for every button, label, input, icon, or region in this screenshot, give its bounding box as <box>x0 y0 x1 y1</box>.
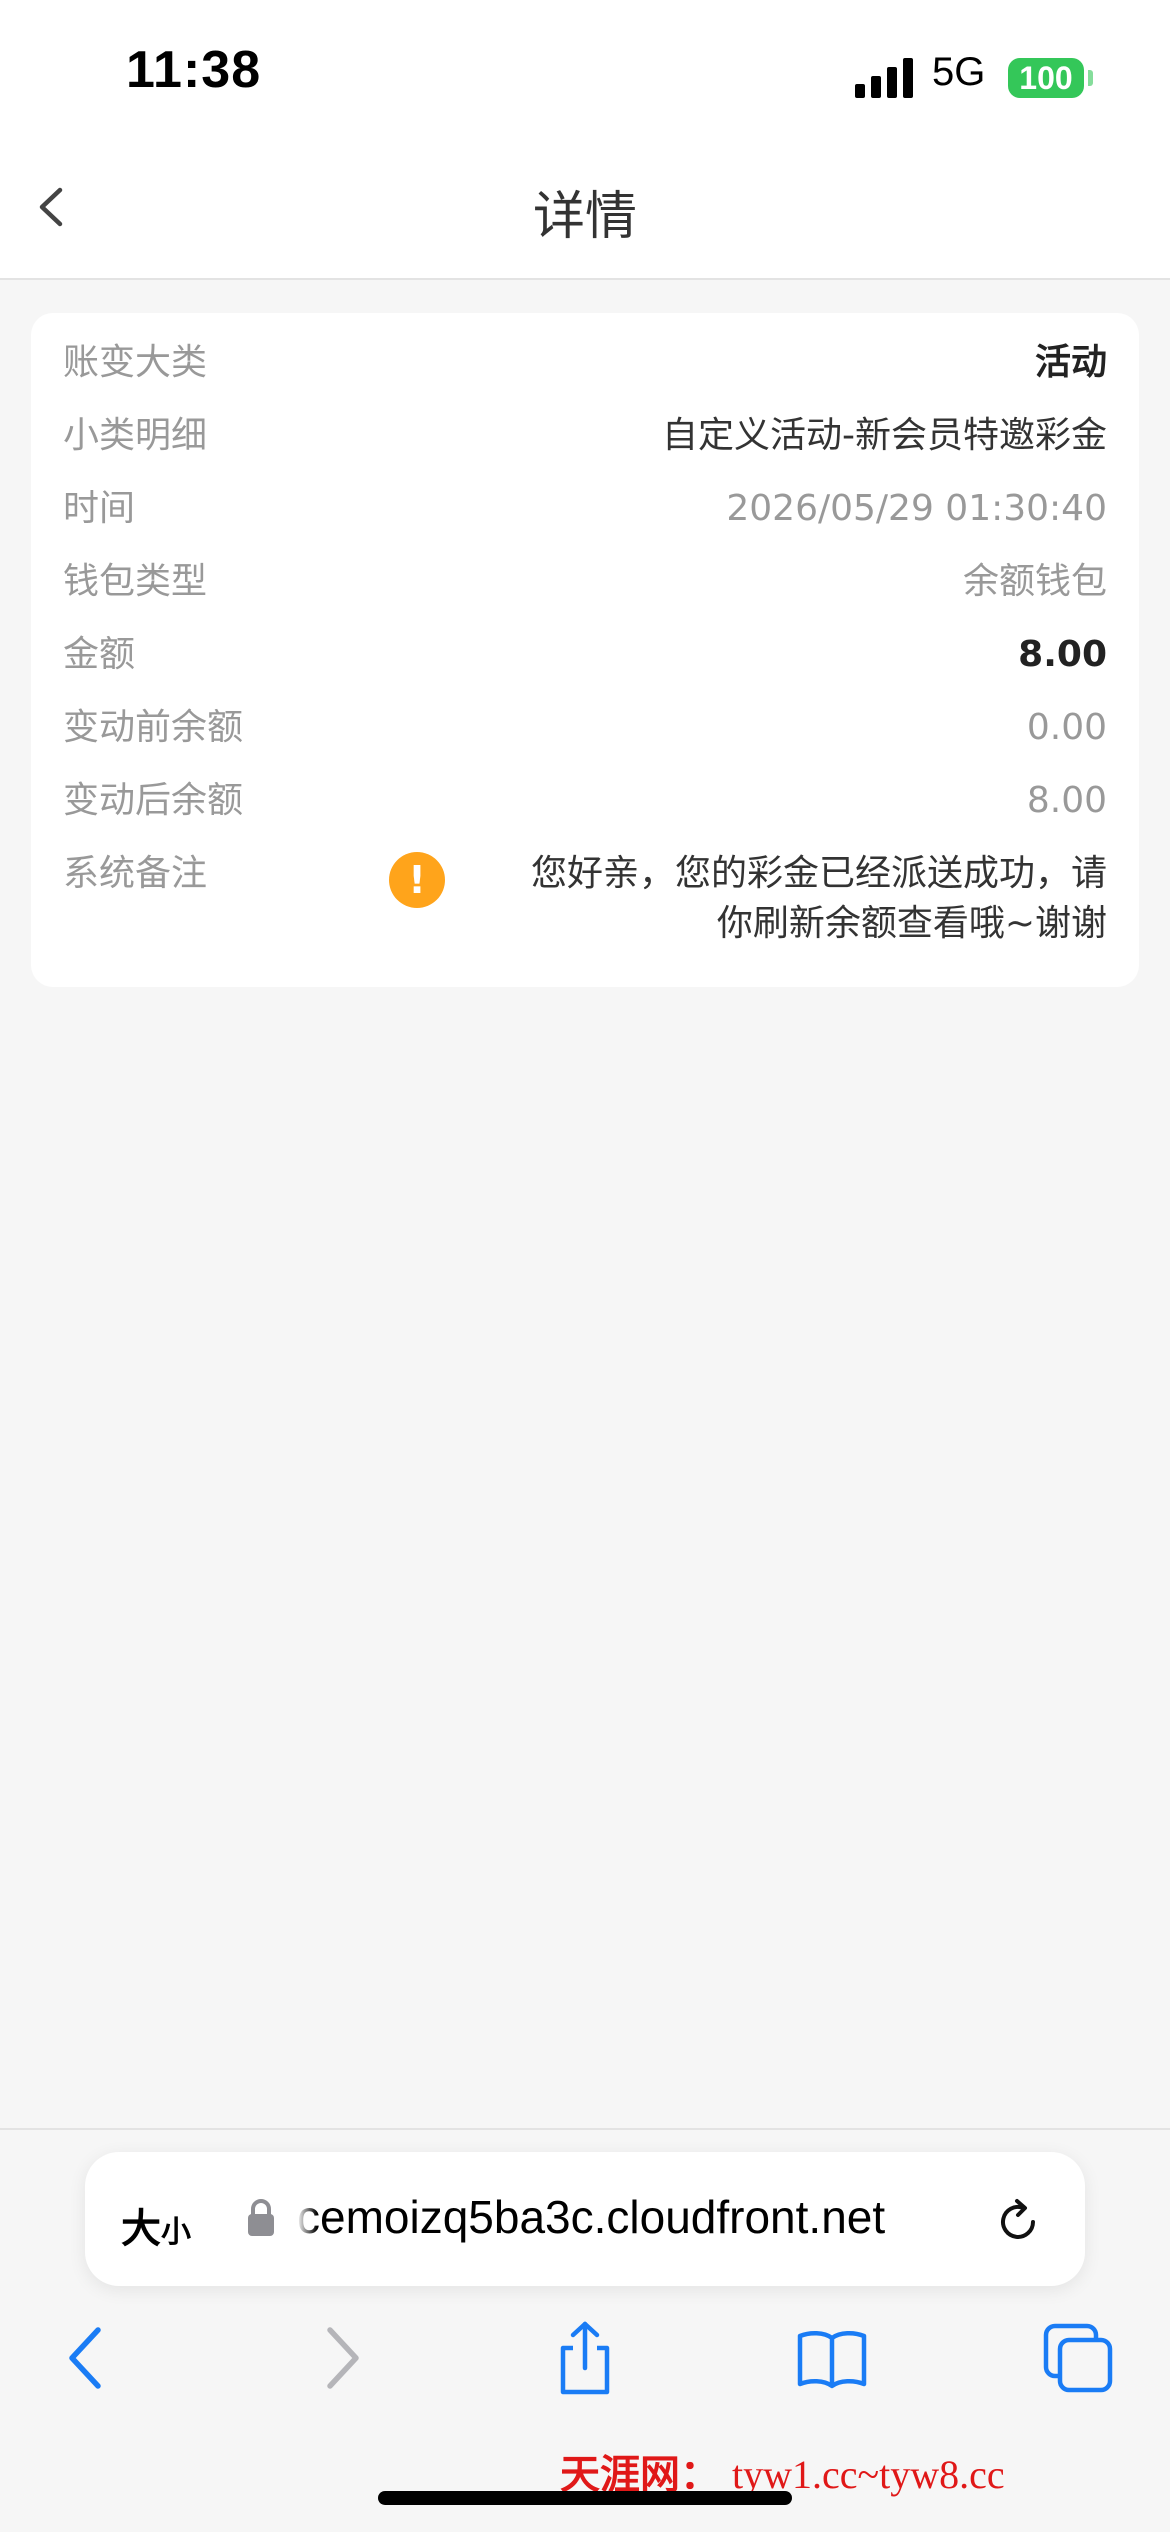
detail-value: 0.00 <box>1026 707 1107 748</box>
system-note-line: 您好亲，您的彩金已经派送成功，请 <box>530 853 1107 894</box>
detail-label: 小类明细 <box>63 415 208 456</box>
detail-row-category: 账变大类 活动 <box>63 333 1107 393</box>
detail-row-wallet-type: 钱包类型 余额钱包 <box>63 552 1107 612</box>
detail-label: 金额 <box>63 634 136 675</box>
bookmarks-icon[interactable] <box>794 2320 870 2396</box>
url-text[interactable]: cemoizq5ba3c.cloudfront.net <box>297 2190 947 2244</box>
text-size-big: 大 <box>121 2206 161 2252</box>
text-size-small: 小 <box>161 2215 191 2250</box>
detail-label: 系统备注 <box>63 853 208 894</box>
detail-label: 变动后余额 <box>63 780 244 821</box>
status-time: 11:38 <box>126 41 262 99</box>
reload-icon[interactable] <box>993 2196 1043 2246</box>
page-title: 详情 <box>532 187 637 247</box>
detail-label: 变动前余额 <box>63 707 244 748</box>
back-icon[interactable] <box>50 2320 126 2396</box>
detail-card: 账变大类 活动 小类明细 自定义活动-新会员特邀彩金 时间 2026/05/29… <box>31 313 1139 987</box>
detail-row-subcategory: 小类明细 自定义活动-新会员特邀彩金 <box>63 406 1107 466</box>
forward-icon[interactable] <box>302 2320 378 2396</box>
exclamation-icon: ! <box>389 852 445 908</box>
detail-value: 余额钱包 <box>962 561 1107 602</box>
detail-label: 钱包类型 <box>63 561 208 602</box>
network-type: 5G <box>932 50 986 94</box>
detail-value: 活动 <box>1034 342 1107 383</box>
detail-label: 账变大类 <box>63 342 208 383</box>
cellular-signal-icon <box>855 58 913 98</box>
detail-row-time: 时间 2026/05/29 01:30:40 <box>63 479 1107 539</box>
status-bar: 11:38 5G 100 <box>0 0 1170 140</box>
address-bar[interactable]: 大小 cemoizq5ba3c.cloudfront.net <box>85 2152 1085 2286</box>
home-indicator[interactable] <box>378 2491 792 2505</box>
battery-cap <box>1088 70 1093 86</box>
lock-icon <box>248 2199 274 2236</box>
detail-row-balance-after: 变动后余额 8.00 <box>63 771 1107 831</box>
detail-label: 时间 <box>63 488 136 529</box>
url-fade <box>297 2182 317 2252</box>
detail-value: 8.00 <box>1026 780 1107 821</box>
detail-value: 自定义活动-新会员特邀彩金 <box>662 415 1107 456</box>
detail-value: 2026/05/29 01:30:40 <box>726 488 1107 529</box>
detail-row-amount: 金额 8.00 <box>63 625 1107 685</box>
system-note-line: 你刷新余额查看哦~谢谢 <box>716 903 1107 944</box>
navigation-bar: 详情 <box>0 140 1170 280</box>
share-icon[interactable] <box>547 2320 623 2396</box>
text-size-button[interactable]: 大小 <box>121 2196 191 2254</box>
detail-row-balance-before: 变动前余额 0.00 <box>63 698 1107 758</box>
battery-indicator: 100 <box>1008 58 1084 98</box>
detail-value: 8.00 <box>1018 634 1107 675</box>
tabs-icon[interactable] <box>1040 2320 1116 2396</box>
system-note: 您好亲，您的彩金已经派送成功，请 你刷新余额查看哦~谢谢 <box>486 849 1107 949</box>
